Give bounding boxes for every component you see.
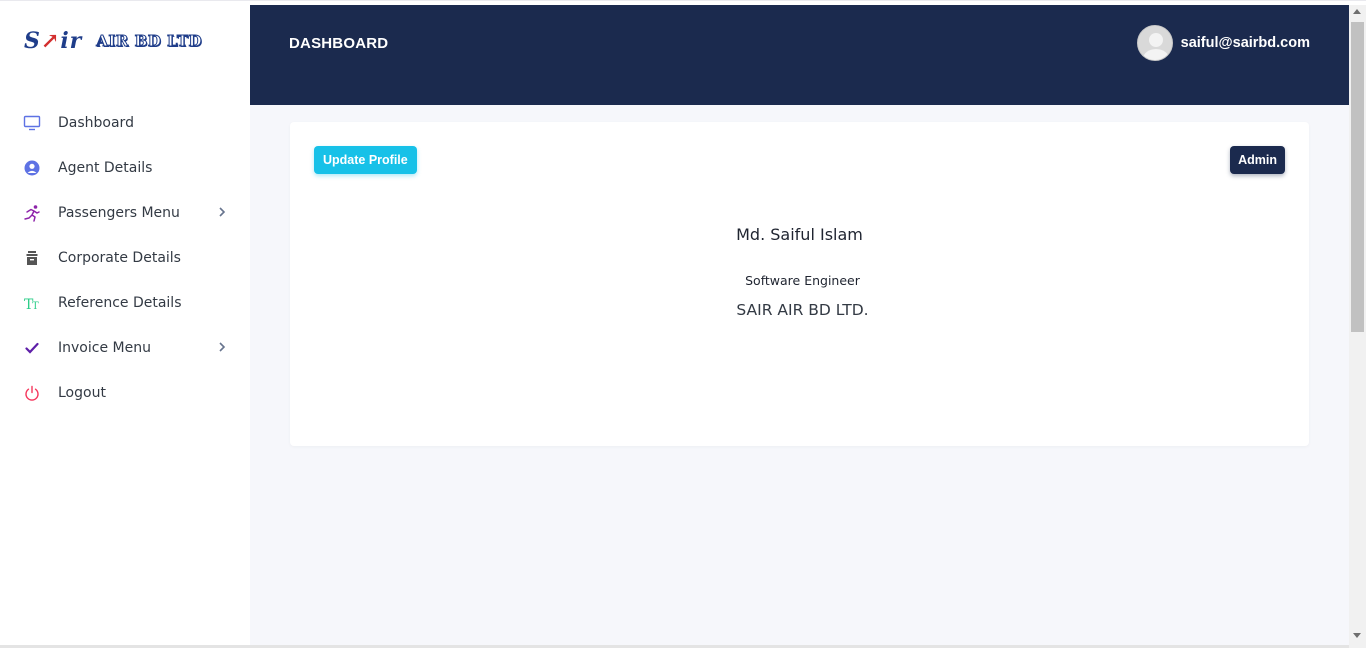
user-menu[interactable]: saiful@sairbd.com: [1136, 25, 1310, 61]
sidebar-item-label: Invoice Menu: [58, 339, 151, 356]
profile-card: Update Profile Admin Md. Saiful Islam So…: [290, 122, 1309, 446]
sidebar: S↗ir AIR BD LTD Dashboard Agent Details …: [0, 5, 250, 648]
update-profile-button[interactable]: Update Profile: [314, 146, 417, 174]
sidebar-item-passengers-menu[interactable]: Passengers Menu: [0, 190, 250, 235]
sidebar-item-label: Reference Details: [58, 294, 182, 311]
top-header: DASHBOARD saiful@sairbd.com: [250, 5, 1349, 105]
sidebar-item-agent-details[interactable]: Agent Details: [0, 145, 250, 190]
running-person-icon: [22, 203, 42, 223]
sidebar-item-logout[interactable]: Logout: [0, 370, 250, 415]
role-badge-button[interactable]: Admin: [1230, 146, 1285, 174]
scrollbar-thumb[interactable]: [1351, 22, 1364, 332]
sidebar-item-label: Agent Details: [58, 159, 153, 176]
sidebar-item-reference-details[interactable]: TT Reference Details: [0, 280, 250, 325]
scroll-up-arrow-icon[interactable]: [1353, 9, 1361, 14]
logo-text: AIR BD LTD: [96, 32, 203, 51]
logo-mark: S↗ir: [24, 28, 83, 54]
sidebar-item-label: Corporate Details: [58, 249, 181, 266]
sidebar-nav: Dashboard Agent Details Passengers Menu …: [0, 100, 250, 415]
brand-logo[interactable]: S↗ir AIR BD LTD: [24, 25, 229, 57]
sidebar-item-label: Passengers Menu: [58, 204, 180, 221]
chevron-right-icon[interactable]: [218, 205, 226, 223]
main-content: Update Profile Admin Md. Saiful Islam So…: [250, 105, 1349, 648]
chevron-right-icon[interactable]: [218, 340, 226, 358]
avatar-body-shape: [1142, 49, 1169, 60]
sidebar-item-invoice-menu[interactable]: Invoice Menu: [0, 325, 250, 370]
user-email[interactable]: saiful@sairbd.com: [1181, 35, 1310, 51]
page-title: DASHBOARD: [289, 35, 389, 52]
sidebar-item-label: Logout: [58, 384, 106, 401]
profile-name: Md. Saiful Islam: [736, 225, 863, 244]
vertical-scrollbar[interactable]: [1349, 5, 1366, 648]
sidebar-item-label: Dashboard: [58, 114, 134, 131]
text-size-icon: TT: [22, 293, 42, 313]
check-icon: [22, 338, 42, 358]
monitor-icon: [22, 113, 42, 133]
sidebar-item-dashboard[interactable]: Dashboard: [0, 100, 250, 145]
sidebar-item-corporate-details[interactable]: Corporate Details: [0, 235, 250, 280]
power-icon: [22, 383, 42, 403]
user-circle-icon: [22, 158, 42, 178]
avatar-head-shape: [1148, 33, 1163, 47]
avatar[interactable]: [1136, 25, 1173, 61]
svg-text:T: T: [32, 301, 39, 311]
archive-icon: [22, 248, 42, 268]
profile-designation: Software Engineer: [745, 273, 860, 288]
scroll-down-arrow-icon[interactable]: [1353, 633, 1361, 638]
profile-company: SAIR AIR BD LTD.: [736, 301, 869, 319]
